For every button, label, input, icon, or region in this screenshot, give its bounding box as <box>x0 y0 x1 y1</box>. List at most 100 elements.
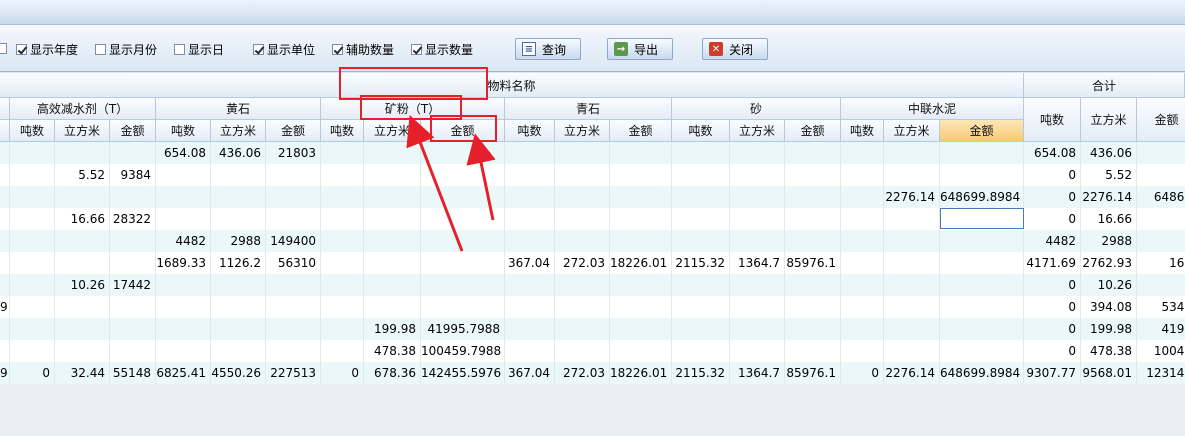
table-row[interactable]: 9 0394.085341 <box>0 296 1185 318</box>
header-sub-col-12[interactable]: 金额 <box>610 120 672 142</box>
table-cell[interactable]: 367.04 <box>505 362 555 384</box>
table-cell[interactable]: 9307.77 <box>1024 362 1081 384</box>
table-cell[interactable] <box>321 296 364 318</box>
table-cell[interactable]: 142455.5976 <box>421 362 505 384</box>
table-cell[interactable]: 28322 <box>110 208 156 230</box>
table-cell[interactable] <box>785 230 841 252</box>
header-total-sub-1[interactable]: 立方米 <box>1081 98 1137 142</box>
table-cell[interactable]: 436.06 <box>1081 142 1137 164</box>
table-cell[interactable] <box>421 164 505 186</box>
header-sub-col-8[interactable]: 立方米 <box>364 120 421 142</box>
table-cell[interactable] <box>610 296 672 318</box>
table-cell[interactable]: 0 <box>841 362 884 384</box>
table-cell[interactable]: 2115.32 <box>672 252 730 274</box>
table-cell[interactable]: 272.03 <box>555 252 610 274</box>
table-cell[interactable] <box>884 142 940 164</box>
table-row[interactable]: 199.9841995.79880199.984199 <box>0 318 1185 340</box>
table-cell[interactable]: 4550.26 <box>211 362 266 384</box>
table-cell[interactable] <box>672 274 730 296</box>
table-cell[interactable] <box>1137 274 1185 296</box>
header-sub-col-6[interactable]: 金额 <box>266 120 321 142</box>
header-sub-col-16[interactable]: 吨数 <box>841 120 884 142</box>
export-button[interactable]: → 导出 <box>607 38 673 60</box>
table-cell[interactable] <box>884 164 940 186</box>
table-cell[interactable]: 0 <box>321 362 364 384</box>
table-cell[interactable] <box>364 252 421 274</box>
table-cell[interactable]: 2276.14 <box>884 362 940 384</box>
table-cell[interactable] <box>10 252 55 274</box>
table-cell[interactable] <box>211 296 266 318</box>
table-cell[interactable]: 2276.14 <box>1081 186 1137 208</box>
table-cell[interactable]: 4482 <box>156 230 211 252</box>
table-cell[interactable] <box>841 208 884 230</box>
table-cell[interactable] <box>110 340 156 362</box>
table-cell[interactable]: 2762.93 <box>1081 252 1137 274</box>
table-cell[interactable]: 10.26 <box>1081 274 1137 296</box>
table-cell[interactable] <box>841 164 884 186</box>
table-cell[interactable]: 1 <box>1137 230 1185 252</box>
table-cell[interactable] <box>940 164 1024 186</box>
table-cell[interactable]: 0 <box>1024 340 1081 362</box>
table-cell[interactable] <box>55 252 110 274</box>
table-cell[interactable] <box>0 164 10 186</box>
active-cell-editor[interactable] <box>940 208 1024 229</box>
table-cell[interactable] <box>10 208 55 230</box>
table-cell[interactable] <box>505 318 555 340</box>
table-cell[interactable] <box>610 340 672 362</box>
table-cell[interactable]: 10.26 <box>55 274 110 296</box>
table-cell[interactable] <box>785 164 841 186</box>
table-cell[interactable]: 2115.32 <box>672 362 730 384</box>
table-cell[interactable] <box>884 274 940 296</box>
table-cell[interactable]: 648699.8984 <box>940 362 1024 384</box>
table-cell[interactable]: 2988 <box>211 230 266 252</box>
table-row[interactable]: 1689.33 1126.2 56310 367.04 272.03 18226.01 21… <box>0 252 1185 274</box>
table-cell[interactable] <box>940 252 1024 274</box>
table-cell[interactable]: 10045 <box>1137 340 1185 362</box>
table-cell[interactable] <box>672 296 730 318</box>
table-cell[interactable] <box>672 340 730 362</box>
table-cell[interactable] <box>555 142 610 164</box>
table-cell[interactable] <box>841 296 884 318</box>
header-total-sub-2[interactable]: 金额 <box>1137 98 1185 142</box>
table-cell[interactable] <box>884 230 940 252</box>
table-cell[interactable] <box>321 142 364 164</box>
table-cell[interactable] <box>841 252 884 274</box>
table-cell[interactable] <box>0 318 10 340</box>
table-cell[interactable] <box>0 274 10 296</box>
table-cell[interactable] <box>505 186 555 208</box>
table-cell[interactable] <box>841 340 884 362</box>
partial-checkbox[interactable] <box>0 43 7 54</box>
header-sub-col-2[interactable]: 立方米 <box>55 120 110 142</box>
table-cell[interactable]: 0 <box>1024 186 1081 208</box>
query-button[interactable]: ≡ 查询 <box>515 38 581 60</box>
table-cell[interactable] <box>266 208 321 230</box>
table-cell[interactable] <box>1137 208 1185 230</box>
table-cell[interactable] <box>10 186 55 208</box>
table-cell[interactable] <box>785 208 841 230</box>
header-group-yellow-stone[interactable]: 黄石 <box>156 98 321 120</box>
table-cell[interactable] <box>0 340 10 362</box>
table-cell[interactable]: 123143 <box>1137 362 1185 384</box>
table-cell[interactable]: 1126.2 <box>211 252 266 274</box>
table-cell[interactable] <box>321 230 364 252</box>
table-cell[interactable] <box>610 142 672 164</box>
header-sub-col-10[interactable]: 吨数 <box>505 120 555 142</box>
table-cell[interactable] <box>505 340 555 362</box>
table-cell[interactable] <box>785 340 841 362</box>
table-cell[interactable] <box>730 230 785 252</box>
show-month-checkbox[interactable]: 显示月份 <box>95 41 157 57</box>
table-cell[interactable] <box>10 340 55 362</box>
table-cell[interactable] <box>364 296 421 318</box>
table-cell[interactable]: 2988 <box>1081 230 1137 252</box>
table-cell[interactable] <box>321 164 364 186</box>
table-cell[interactable] <box>266 186 321 208</box>
header-total-sub-0[interactable]: 吨数 <box>1024 98 1081 142</box>
table-cell[interactable]: 85976.1 <box>785 252 841 274</box>
table-cell[interactable] <box>884 296 940 318</box>
table-cell[interactable]: 21803 <box>266 142 321 164</box>
table-cell[interactable] <box>421 252 505 274</box>
table-cell[interactable]: 160 <box>1137 252 1185 274</box>
table-cell[interactable]: 654.08 <box>1024 142 1081 164</box>
table-cell[interactable] <box>110 142 156 164</box>
table-cell[interactable]: 478.38 <box>364 340 421 362</box>
